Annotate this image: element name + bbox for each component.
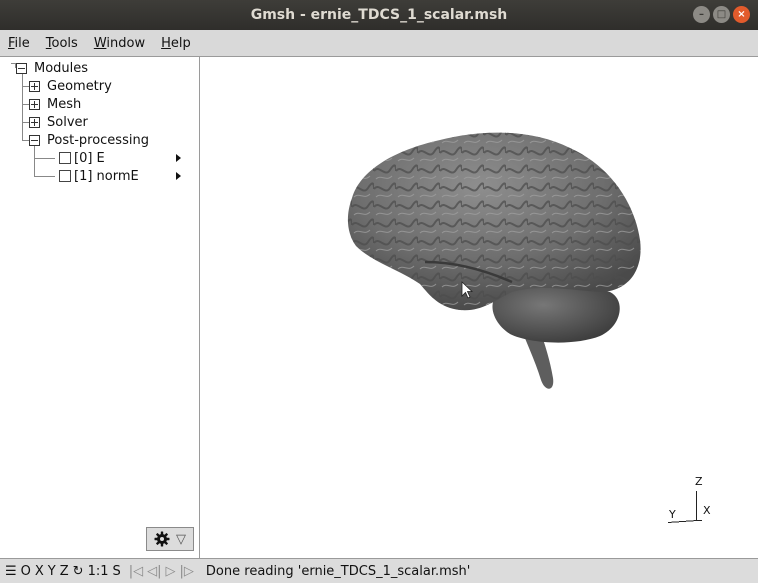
view-label: [0] E (74, 150, 105, 166)
graphics-window[interactable]: Z X Y (200, 57, 758, 558)
tree-label: Mesh (47, 96, 82, 112)
status-bar: ☰ O X Y Z ↻ 1:1 S |◁ ◁| ▷ |▷ Done readin… (0, 558, 758, 583)
menu-bar: File Tools Window Help (0, 30, 758, 57)
view-origin-button[interactable]: O (19, 564, 33, 579)
expand-icon[interactable] (29, 80, 40, 92)
tree-item-view-1[interactable]: [1] normE (59, 167, 139, 185)
view-options-arrow-icon[interactable] (176, 172, 181, 180)
scale-button[interactable]: 1:1 (86, 564, 111, 579)
axis-label-y: Y (669, 508, 676, 521)
first-step-icon[interactable]: |◁ (127, 564, 145, 579)
tree-item-modules[interactable]: Modules (16, 59, 88, 77)
view-y-button[interactable]: Y (46, 564, 58, 579)
tree-item-post-processing[interactable]: Post-processing (29, 131, 149, 149)
previous-step-icon[interactable]: ◁| (145, 564, 163, 579)
rotate-icon[interactable]: ↻ (71, 564, 86, 579)
expand-icon[interactable] (29, 98, 40, 110)
close-button[interactable]: × (733, 6, 750, 23)
view-visibility-checkbox[interactable] (59, 152, 71, 164)
view-options-arrow-icon[interactable] (176, 154, 181, 162)
menu-toggle-icon[interactable]: ☰ (3, 564, 19, 579)
minimize-button[interactable]: – (693, 6, 710, 23)
tree-item-geometry[interactable]: Geometry (29, 77, 112, 95)
menu-window[interactable]: Window (86, 36, 153, 51)
view-label: [1] normE (74, 168, 139, 184)
tree-item-mesh[interactable]: Mesh (29, 95, 81, 113)
module-tree: Modules Geometry Mesh Solver Post-proces… (0, 57, 200, 558)
menu-help[interactable]: Help (153, 36, 199, 51)
view-visibility-checkbox[interactable] (59, 170, 71, 182)
tree-label: Geometry (47, 78, 112, 94)
status-message: Done reading 'ernie_TDCS_1_scalar.msh' (205, 563, 471, 579)
maximize-button[interactable]: □ (713, 6, 730, 23)
gear-icon (154, 531, 170, 547)
title-bar: Gmsh - ernie_TDCS_1_scalar.msh – □ × (0, 0, 758, 30)
last-step-icon[interactable]: |▷ (178, 564, 196, 579)
collapse-icon[interactable] (29, 134, 40, 146)
axis-label-x: X (703, 504, 711, 517)
dropdown-caret-icon: ▽ (176, 531, 186, 547)
tree-item-view-0[interactable]: [0] E (59, 149, 105, 167)
tree-label: Modules (34, 60, 89, 76)
view-x-button[interactable]: X (33, 564, 46, 579)
expand-icon[interactable] (29, 116, 40, 128)
options-gear-button[interactable]: ▽ (146, 527, 194, 551)
tree-label: Solver (47, 114, 88, 130)
axis-label-z: Z (695, 475, 703, 488)
menu-tools[interactable]: Tools (38, 36, 86, 51)
view-z-button[interactable]: Z (58, 564, 71, 579)
collapse-icon[interactable] (16, 62, 27, 74)
select-button[interactable]: S (110, 564, 122, 579)
tree-item-solver[interactable]: Solver (29, 113, 88, 131)
tree-label: Post-processing (47, 132, 149, 148)
menu-file[interactable]: File (0, 36, 38, 51)
window-title: Gmsh - ernie_TDCS_1_scalar.msh (250, 7, 508, 23)
play-icon[interactable]: ▷ (164, 564, 178, 579)
